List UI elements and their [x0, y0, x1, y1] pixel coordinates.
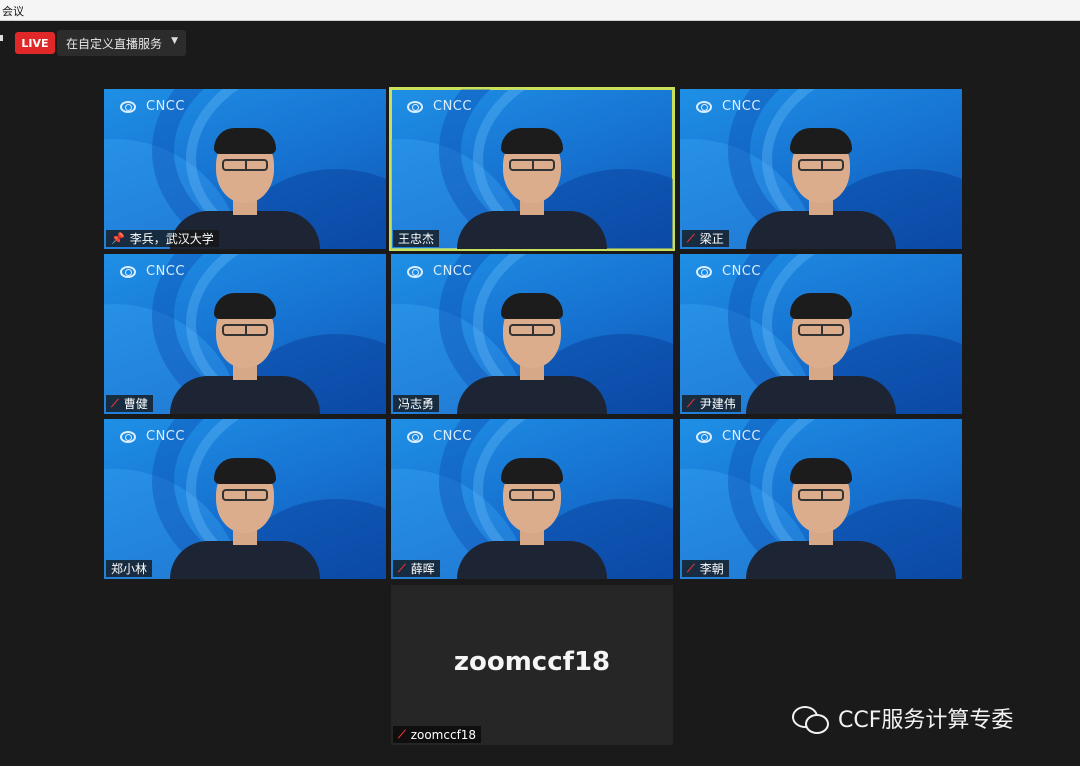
cncc-logo-text: CNCC	[146, 429, 185, 444]
participant-name: 王忠杰	[398, 232, 435, 246]
participant-tile[interactable]: CNCC ⟋ 梁正	[680, 89, 962, 249]
cncc-logo: CNCC	[696, 264, 761, 279]
cncc-emblem-icon	[120, 265, 136, 278]
cncc-logo: CNCC	[696, 429, 761, 444]
toolbar-edge-icon	[0, 35, 3, 41]
participant-name: 梁正	[699, 232, 724, 246]
participant-name: zoomccf18	[410, 727, 477, 742]
live-badge[interactable]: LIVE	[15, 32, 55, 54]
pin-icon: 📌	[111, 232, 125, 245]
participant-name-tag: ⟋ 李朝	[682, 560, 729, 577]
participant-name-tag: 郑小林	[106, 560, 153, 577]
participant-name: 曹健	[123, 397, 148, 411]
participant-name-tag: ⟋ 薛晖	[393, 560, 440, 577]
live-stream-label: 在自定义直播服务	[66, 36, 163, 51]
cncc-logo: CNCC	[120, 264, 185, 279]
cncc-emblem-icon	[407, 430, 423, 443]
cncc-logo: CNCC	[120, 99, 185, 114]
mic-muted-icon: ⟋	[687, 561, 695, 575]
participant-name: 李朝	[699, 562, 724, 576]
participant-name-tag: 📌 李兵，武汉大学	[106, 230, 219, 247]
wechat-icon	[792, 704, 830, 734]
participant-tile[interactable]: CNCC 郑小林	[104, 419, 386, 579]
cncc-emblem-icon	[120, 430, 136, 443]
participant-tile[interactable]: CNCC 📌 李兵，武汉大学	[104, 89, 386, 249]
participant-tile[interactable]: CNCC 冯志勇	[391, 254, 673, 414]
mic-muted-icon: ⟋	[398, 561, 406, 575]
cncc-logo-text: CNCC	[722, 264, 761, 279]
participant-name-tag: ⟋ 梁正	[682, 230, 729, 247]
participant-name: 冯志勇	[398, 397, 435, 411]
participant-tile[interactable]: CNCC ⟋ 尹建伟	[680, 254, 962, 414]
participant-name-tag: ⟋ 曹健	[106, 395, 153, 412]
cncc-logo-text: CNCC	[433, 264, 472, 279]
wechat-watermark: CCF服务计算专委	[792, 702, 1013, 734]
cncc-logo: CNCC	[120, 429, 185, 444]
chevron-down-icon: ▼	[171, 36, 178, 46]
participant-name: 郑小林	[111, 562, 148, 576]
mic-muted-icon: ⟋	[398, 727, 406, 741]
mic-muted-icon: ⟋	[687, 231, 695, 245]
cncc-logo-text: CNCC	[433, 429, 472, 444]
participant-name: 尹建伟	[699, 397, 736, 411]
cncc-logo: CNCC	[407, 429, 472, 444]
cncc-emblem-icon	[696, 100, 712, 113]
window-title: 会议	[2, 5, 24, 18]
participant-name-tag: ⟋ 尹建伟	[682, 395, 741, 412]
participant-tile[interactable]: CNCC ⟋ 曹健	[104, 254, 386, 414]
cncc-emblem-icon	[696, 265, 712, 278]
participant-tile[interactable]: CNCC 王忠杰	[389, 87, 675, 251]
participant-name: 薛晖	[410, 562, 435, 576]
cncc-emblem-icon	[407, 100, 423, 113]
participant-name-tag: ⟋ zoomccf18	[393, 726, 482, 743]
cncc-logo: CNCC	[407, 99, 472, 114]
mic-muted-icon: ⟋	[111, 396, 119, 410]
participant-name: 李兵，武汉大学	[129, 232, 214, 246]
participant-tile-no-video[interactable]: zoomccf18 ⟋ zoomccf18	[391, 585, 673, 745]
cncc-emblem-icon	[696, 430, 712, 443]
participant-tile[interactable]: CNCC ⟋ 薛晖	[391, 419, 673, 579]
watermark-text: CCF服务计算专委	[838, 708, 1014, 733]
cncc-emblem-icon	[120, 100, 136, 113]
cncc-logo-text: CNCC	[433, 99, 472, 114]
cncc-logo-text: CNCC	[722, 429, 761, 444]
participant-name-tag: 王忠杰	[393, 230, 440, 247]
participant-name-tag: 冯志勇	[393, 395, 440, 412]
live-stream-dropdown[interactable]: 在自定义直播服务 ▼	[57, 30, 186, 56]
window-title-bar: 会议	[0, 0, 1080, 21]
participant-tile[interactable]: CNCC ⟋ 李朝	[680, 419, 962, 579]
cncc-logo: CNCC	[696, 99, 761, 114]
cncc-logo-text: CNCC	[146, 264, 185, 279]
cncc-logo-text: CNCC	[722, 99, 761, 114]
mic-muted-icon: ⟋	[687, 396, 695, 410]
participant-display-name: zoomccf18	[453, 647, 611, 677]
cncc-emblem-icon	[407, 265, 423, 278]
cncc-logo-text: CNCC	[146, 99, 185, 114]
cncc-logo: CNCC	[407, 264, 472, 279]
